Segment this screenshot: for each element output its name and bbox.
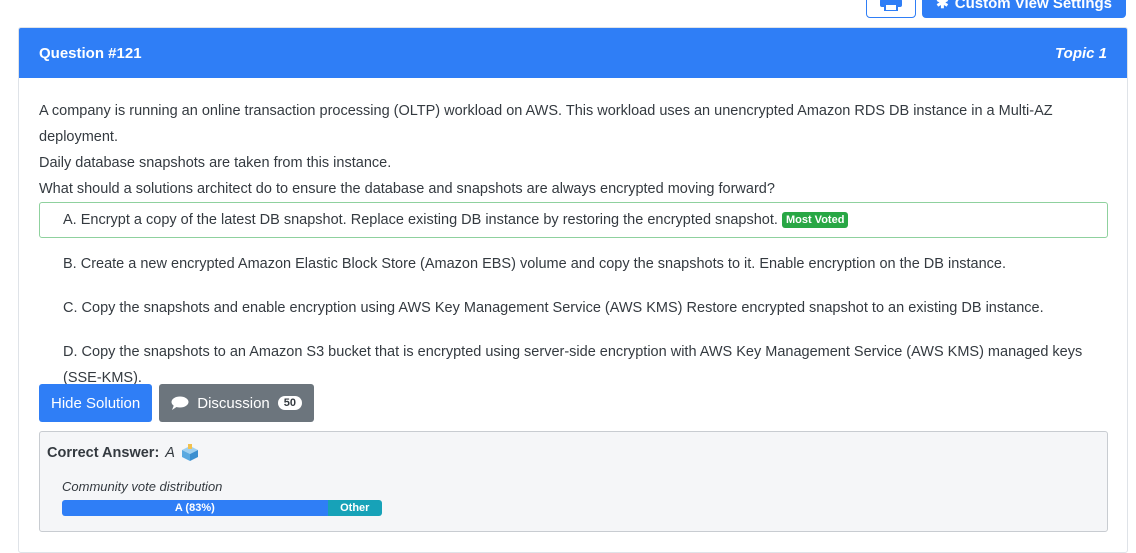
correct-answer-value: A [165,445,175,461]
gear-icon: ✱ [936,0,949,12]
vote-segment-other: Other [327,500,382,516]
ballot-box-icon [181,444,198,461]
question-text-line: Daily database snapshots are taken from … [39,155,392,171]
vote-distribution-bar: A (83%) Other [62,500,382,516]
choice-c[interactable]: C. Copy the snapshots and enable encrypt… [39,290,1108,326]
custom-view-settings-label: Custom View Settings [954,0,1112,12]
question-text-line: What should a solutions architect do to … [39,181,775,197]
question-title: Question #121 [39,44,142,62]
choice-text: B. Create a new encrypted Amazon Elastic… [63,256,1007,272]
correct-answer-line: Correct Answer: A [47,444,199,462]
question-topic: Topic 1 [1055,44,1107,62]
discussion-count-badge: 50 [277,396,303,410]
custom-view-settings-button[interactable]: ✱ Custom View Settings [922,0,1126,18]
correct-answer-label: Correct Answer: [47,445,160,461]
print-button[interactable] [866,0,917,18]
vote-segment-a: A (83%) [62,500,328,516]
choice-text: C. Copy the snapshots and enable encrypt… [63,300,1044,316]
discussion-button[interactable]: Discussion 50 [159,384,315,422]
vote-distribution-label: Community vote distribution [62,479,223,494]
question-text: A company is running an online transacti… [39,98,1114,202]
choice-text: D. Copy the snapshots to an Amazon S3 bu… [63,344,1083,386]
choices-list: A. Encrypt a copy of the latest DB snaps… [39,202,1108,404]
choice-a[interactable]: A. Encrypt a copy of the latest DB snaps… [39,202,1108,238]
question-header: Question #121 Topic 1 [19,28,1127,78]
discussion-label: Discussion [197,394,270,412]
choice-b[interactable]: B. Create a new encrypted Amazon Elastic… [39,246,1108,282]
question-card: Question #121 Topic 1 A company is runni… [18,27,1128,553]
top-toolbar: ✱ Custom View Settings [866,0,1126,18]
chat-bubble-icon [171,396,189,410]
most-voted-badge: Most Voted [781,212,849,228]
printer-icon [880,0,903,11]
question-text-line: A company is running an online transacti… [39,103,1053,145]
action-buttons: Hide Solution Discussion 50 [39,384,315,422]
hide-solution-button[interactable]: Hide Solution [39,384,153,422]
correct-answer-box: Correct Answer: A Community vote distrib… [39,431,1108,532]
choice-text: A. Encrypt a copy of the latest DB snaps… [63,212,778,228]
